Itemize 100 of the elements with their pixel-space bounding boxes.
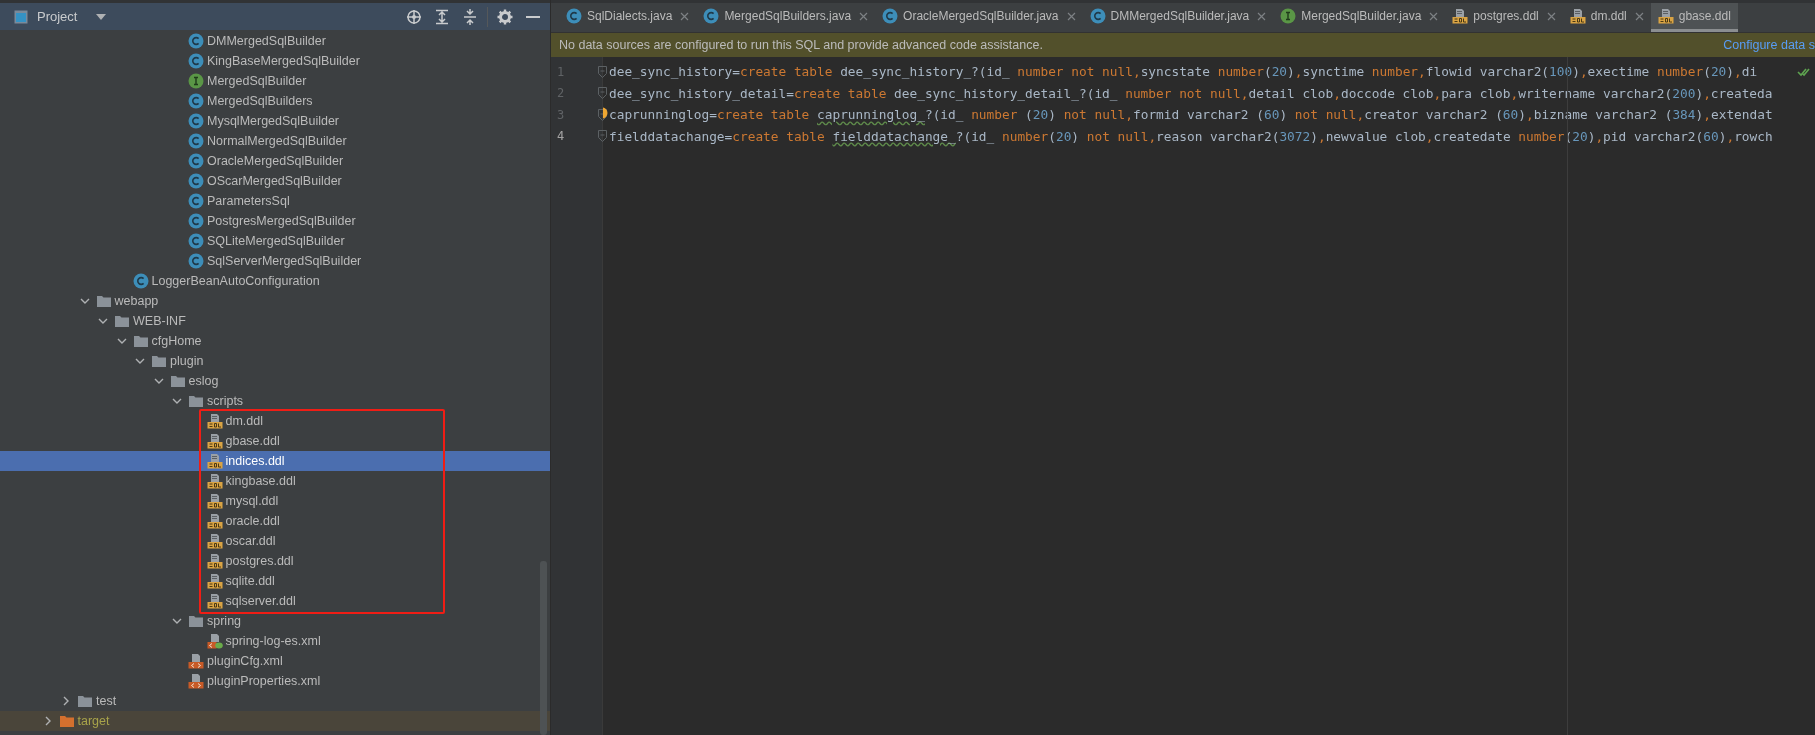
tree-item[interactable]: LoggerBeanAutoConfiguration [0, 271, 550, 291]
tree-item[interactable]: NormalMergedSqlBuilder [0, 131, 550, 151]
folder-icon [188, 613, 204, 629]
tree-item[interactable]: plugin [0, 351, 550, 371]
tree-item[interactable]: KingBaseMergedSqlBuilder [0, 51, 550, 71]
class-icon [188, 193, 204, 209]
folder-icon [151, 353, 167, 369]
tree-item[interactable]: eslog [0, 371, 550, 391]
class-icon [188, 233, 204, 249]
folder-icon [58, 713, 75, 729]
xml-file-icon [188, 653, 204, 669]
tree-item[interactable]: OracleMergedSqlBuilder [0, 151, 550, 171]
tree-item[interactable]: kingbase.ddl [0, 471, 550, 491]
sql-file-icon [206, 433, 223, 449]
folder-icon [132, 333, 149, 349]
editor-tab[interactable]: DMMergedSqlBuilder.java [1082, 3, 1274, 32]
class-icon [882, 8, 899, 24]
tree-item[interactable]: test [0, 691, 550, 711]
folder-icon [77, 693, 93, 709]
tree-item[interactable]: scripts [0, 391, 550, 411]
tree-item[interactable]: spring [0, 611, 550, 631]
editor-tab[interactable]: MergedSqlBuilders.java [696, 3, 876, 32]
tree-item[interactable]: PostgresMergedSqlBuilder [0, 211, 550, 231]
tree-item[interactable]: spring-log-es.xml [0, 631, 550, 651]
tree-item[interactable]: indices.ddl [0, 451, 550, 471]
fold-marker-icon [598, 65, 607, 78]
tree-item[interactable]: SqlServerMergedSqlBuilder [0, 251, 550, 271]
fold-marker-icon [598, 87, 607, 100]
scrollbar-thumb[interactable] [540, 561, 547, 735]
sql-file-icon [1452, 8, 1469, 24]
close-icon[interactable] [1066, 11, 1076, 21]
editor-tab[interactable]: SqlDialects.java [559, 3, 697, 32]
folder-icon [95, 293, 112, 309]
tree-item[interactable]: sqlserver.ddl [0, 591, 550, 611]
sql-file-icon [1569, 8, 1586, 24]
code-line: caprunninglog=create table caprunninglog_?(id_ number (20) not null,formid varchar2 (60) not null,creator varchar2 (60),bizname varchar2 (384),extendat [609, 107, 1773, 123]
tree-item[interactable]: MergedSqlBuilders [0, 91, 550, 111]
collapse-all-icon[interactable] [462, 8, 478, 25]
close-icon[interactable] [680, 11, 690, 21]
class-icon [188, 173, 204, 189]
caret-icon [96, 13, 107, 20]
tree-item[interactable]: sqlite.ddl [0, 571, 550, 591]
tree-item[interactable]: WEB-INF [0, 311, 550, 331]
tree-item[interactable]: target [0, 711, 550, 731]
tree-item[interactable]: oracle.ddl [0, 511, 550, 531]
sql-file-icon [206, 493, 223, 509]
expand-all-icon[interactable] [434, 8, 450, 25]
sql-file-icon [206, 573, 223, 589]
line-number: 4 [557, 129, 565, 144]
class-icon [188, 153, 204, 169]
close-icon[interactable] [1546, 11, 1556, 21]
class-icon [703, 8, 720, 24]
folder-icon [169, 373, 186, 389]
double-check-icon [1797, 66, 1813, 78]
tree-item[interactable]: webapp [0, 291, 550, 311]
class-icon [188, 213, 204, 229]
tree-item[interactable]: gbase.ddl [0, 431, 550, 451]
tree-item[interactable]: cfgHome [0, 331, 550, 351]
class-icon [188, 53, 204, 69]
tree-item[interactable]: postgres.ddl [0, 551, 550, 571]
tree-item[interactable]: pluginProperties.xml [0, 671, 550, 691]
editor-tab[interactable]: MergedSqlBuilder.java [1273, 3, 1446, 32]
class-icon [188, 33, 204, 49]
tree-item[interactable]: oscar.ddl [0, 531, 550, 551]
tree-item[interactable]: pluginCfg.xml [0, 651, 550, 671]
close-icon[interactable] [1429, 11, 1439, 21]
xml-file-icon [188, 673, 204, 689]
tree-item[interactable]: MergedSqlBuilder [0, 71, 550, 91]
tree-item[interactable]: mysql.ddl [0, 491, 550, 511]
tree-item[interactable]: DMMergedSqlBuilder [0, 31, 550, 51]
class-icon [132, 273, 149, 289]
tree-item[interactable]: SQLiteMergedSqlBuilder [0, 231, 550, 251]
fold-marker-icon [598, 130, 607, 143]
class-icon [188, 113, 204, 129]
tree-item[interactable]: MysqlMergedSqlBuilder [0, 111, 550, 131]
code-line: dee_sync_history=create table dee_sync_history_?(id_ number not null,syncstate number(20),synctime number,flowid varchar2(100),exectime number(20),di [609, 64, 1758, 80]
close-icon[interactable] [859, 11, 869, 21]
editor-tab[interactable]: dm.ddl [1562, 3, 1651, 32]
editor-tab[interactable]: gbase.ddl [1650, 3, 1738, 32]
close-icon[interactable] [1634, 11, 1644, 21]
close-icon[interactable] [1257, 11, 1267, 21]
class-icon [1089, 8, 1106, 24]
class-icon [188, 253, 204, 269]
code-line: dee_sync_history_detail=create table dee_sync_history_detail_?(id_ number not null,detail clob,doccode clob,para clob,writername varchar2(200),createda [609, 85, 1773, 101]
sql-file-icon [1657, 8, 1674, 24]
configure-link[interactable]: Configure data s [1723, 38, 1815, 52]
tree-item[interactable]: ParametersSql [0, 191, 550, 211]
tree-item[interactable]: dm.ddl [0, 411, 550, 431]
sql-file-icon [206, 413, 223, 429]
editor-tab[interactable]: OracleMergedSqlBuilder.java [875, 3, 1083, 32]
editor-tab[interactable]: postgres.ddl [1445, 3, 1563, 32]
sql-file-icon [206, 553, 223, 569]
sql-file-icon [206, 533, 223, 549]
settings-icon[interactable] [497, 8, 513, 25]
locate-icon[interactable] [406, 8, 422, 25]
tree-item[interactable]: OScarMergedSqlBuilder [0, 171, 550, 191]
project-view-dropdown[interactable]: Project [14, 9, 109, 24]
notification-message: No data sources are configured to run this SQL and provide advanced code assistance. [559, 38, 1043, 52]
class-icon [188, 133, 204, 149]
fold-marker-icon [598, 108, 607, 121]
